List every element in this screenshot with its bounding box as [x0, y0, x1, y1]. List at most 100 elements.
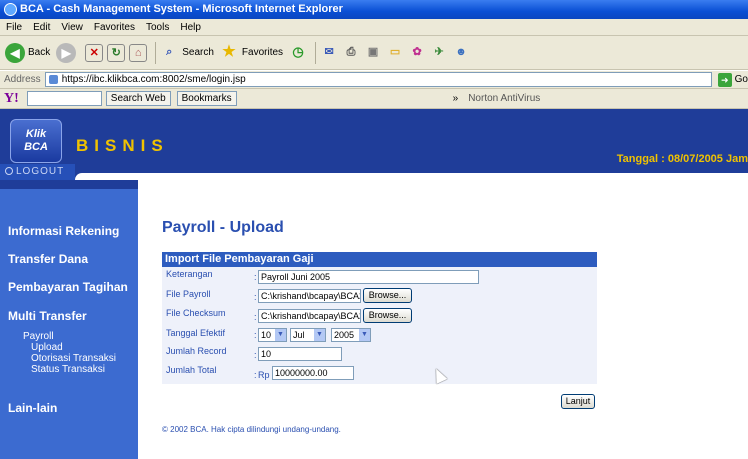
row-file-checksum: File Checksum : C:\krishand\bcapay\BCA2(… — [162, 306, 597, 326]
date-display: Tanggal : 08/07/2005 Jam — [616, 153, 748, 165]
back-button[interactable]: ◀ Back — [5, 42, 51, 63]
import-form: Import File Pembayaran Gaji Keterangan :… — [162, 252, 597, 384]
back-arrow-icon: ◀ — [5, 42, 25, 63]
mail-icon[interactable]: ✉ — [320, 44, 338, 62]
search-button[interactable]: ⌕ Search — [160, 44, 214, 62]
refresh-icon[interactable]: ↻ — [107, 43, 126, 62]
sidebar-item-transfer-dana[interactable]: Transfer Dana — [8, 252, 88, 266]
address-input[interactable]: https://ibc.klikbca.com:8002/sme/login.j… — [44, 72, 712, 87]
toolbar-separator — [315, 41, 317, 64]
window-title-bar: BCA - Cash Management System - Microsoft… — [0, 0, 748, 19]
chevron-down-icon: ▼ — [314, 329, 325, 341]
browse-checksum-button[interactable]: Browse... — [363, 308, 412, 323]
row-tanggal-efektif: Tanggal Efektif : 10 ▼ Jul ▼ 2005 ▼ — [162, 326, 597, 344]
menu-favorites[interactable]: Favorites — [94, 19, 135, 35]
sidebar-item-lain-lain[interactable]: Lain-lain — [8, 401, 57, 415]
sidebar-item-informasi-rekening[interactable]: Informasi Rekening — [8, 224, 119, 238]
menu-help[interactable]: Help — [180, 19, 201, 35]
yahoo-toolbar: Y! Search Web Bookmarks » Norton AntiVir… — [0, 89, 748, 109]
lanjut-button[interactable]: Lanjut — [561, 394, 595, 409]
colon: : — [254, 370, 257, 380]
history-icon[interactable]: ◷ — [289, 44, 307, 62]
favorites-label: Favorites — [241, 47, 284, 58]
row-jumlah-record: Jumlah Record : 10 — [162, 344, 597, 363]
menu-tools[interactable]: Tools — [146, 19, 169, 35]
jumlah-total-input[interactable]: 10000000.00 — [272, 366, 354, 380]
file-checksum-label: File Checksum — [166, 308, 226, 318]
edit-icon[interactable]: ▣ — [364, 44, 382, 62]
toolbar-separator — [155, 41, 157, 64]
colon: : — [254, 350, 257, 360]
power-icon — [5, 167, 13, 175]
year-value: 2005 — [334, 330, 355, 340]
jumlah-record-label: Jumlah Record — [166, 346, 227, 356]
ie-icon — [4, 3, 17, 16]
home-icon[interactable]: ⌂ — [129, 43, 148, 62]
form-heading: Import File Pembayaran Gaji — [162, 252, 597, 267]
search-web-button[interactable]: Search Web — [105, 91, 171, 106]
yahoo-logo-icon[interactable]: Y! — [4, 91, 19, 107]
address-label: Address — [4, 74, 41, 85]
sidebar-item-pembayaran-tagihan[interactable]: Pembayaran Tagihan — [8, 280, 128, 294]
go-label[interactable]: Go — [735, 74, 748, 85]
chevron-down-icon: ▼ — [359, 329, 370, 341]
menu-view[interactable]: View — [61, 19, 83, 35]
folder-icon[interactable]: ▭ — [386, 44, 404, 62]
day-value: 10 — [261, 330, 272, 340]
brand-title: BISNIS — [76, 136, 169, 155]
yahoo-search-input[interactable] — [26, 91, 102, 106]
stop-icon[interactable]: ✕ — [85, 43, 104, 62]
sidebar-item-multi-transfer[interactable]: Multi Transfer — [8, 309, 87, 323]
menu-bar: File Edit View Favorites Tools Help — [0, 19, 748, 36]
colon: : — [254, 312, 257, 322]
keterangan-label: Keterangan — [166, 269, 213, 279]
jumlah-record-input[interactable]: 10 — [258, 347, 342, 361]
header-divider — [75, 173, 748, 180]
users-icon[interactable]: ☻ — [452, 44, 470, 62]
colon: : — [254, 292, 257, 302]
back-label: Back — [28, 47, 51, 58]
row-file-payroll: File Payroll : C:\krishand\bcapay\BCA2( … — [162, 287, 597, 306]
print-icon[interactable]: ⎙ — [342, 44, 360, 62]
sidebar-sub-status[interactable]: Status Transaksi — [31, 364, 105, 375]
bookmarks-button[interactable]: Bookmarks — [176, 91, 237, 106]
sidebar-sub-payroll[interactable]: Payroll — [23, 331, 54, 342]
file-payroll-input[interactable]: C:\krishand\bcapay\BCA2( — [258, 289, 361, 303]
row-jumlah-total: Jumlah Total : Rp 10000000.00 — [162, 363, 597, 384]
menu-file[interactable]: File — [6, 19, 22, 35]
month-select[interactable]: Jul ▼ — [290, 328, 326, 342]
sidebar: Informasi Rekening Transfer Dana Pembaya… — [0, 189, 138, 459]
antivirus-label[interactable]: Norton AntiVirus — [468, 93, 540, 104]
file-checksum-input[interactable]: C:\krishand\bcapay\BCA2( — [258, 309, 361, 323]
window-title: BCA - Cash Management System - Microsoft… — [20, 3, 343, 15]
logo-line2: BCA — [24, 141, 48, 153]
file-payroll-label: File Payroll — [166, 289, 211, 299]
menu-edit[interactable]: Edit — [33, 19, 50, 35]
chevron-down-icon: ▼ — [275, 329, 286, 341]
research-icon[interactable]: ✈ — [430, 44, 448, 62]
page-header: Klik BCA BISNIS Tanggal : 08/07/2005 Jam… — [0, 109, 748, 180]
chevron-more-icon[interactable]: » — [453, 93, 459, 104]
month-value: Jul — [293, 330, 305, 340]
search-label: Search — [182, 47, 214, 58]
star-icon: ★ — [222, 42, 236, 60]
go-arrow-icon[interactable]: ➜ — [717, 72, 732, 87]
address-bar: Address https://ibc.klikbca.com:8002/sme… — [0, 71, 748, 89]
tanggal-efektif-label: Tanggal Efektif — [166, 328, 226, 338]
year-select[interactable]: 2005 ▼ — [331, 328, 371, 342]
row-keterangan: Keterangan : Payroll Juni 2005 — [162, 267, 597, 287]
search-icon: ⌕ — [166, 45, 173, 58]
colon: : — [254, 272, 257, 282]
sidebar-sub-otorisasi[interactable]: Otorisasi Transaksi — [31, 353, 116, 364]
header-bottom-strip — [0, 180, 748, 189]
favorites-button[interactable]: ★ Favorites — [220, 42, 284, 62]
day-select[interactable]: 10 ▼ — [258, 328, 287, 342]
logout-label: LOGOUT — [16, 166, 65, 177]
keterangan-input[interactable]: Payroll Juni 2005 — [258, 270, 479, 284]
forward-button[interactable]: ▶ — [56, 42, 79, 63]
colon: : — [254, 330, 257, 340]
logout-button[interactable]: LOGOUT — [0, 164, 75, 180]
browse-payroll-button[interactable]: Browse... — [363, 288, 412, 303]
messenger-icon[interactable]: ✿ — [408, 44, 426, 62]
sidebar-sub-upload[interactable]: Upload — [31, 342, 63, 353]
